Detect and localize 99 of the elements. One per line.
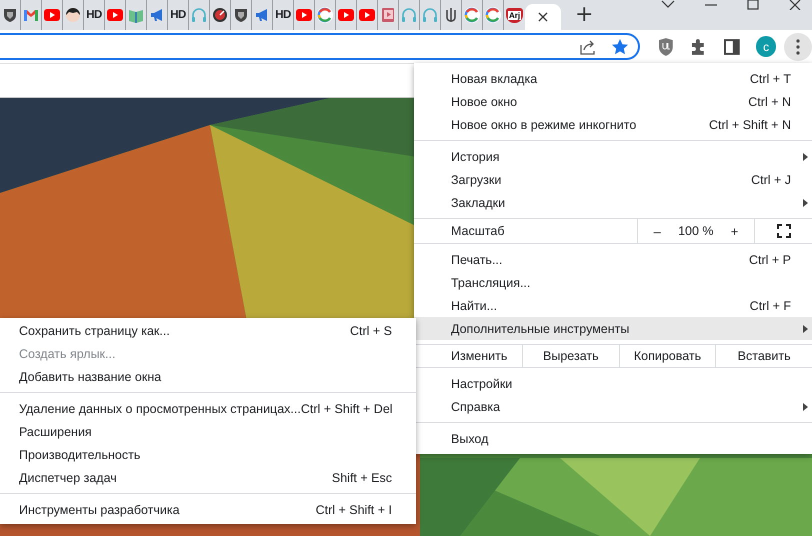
menu-item-label: Сохранить страницу как... xyxy=(19,324,171,338)
browser-tab[interactable]: HD xyxy=(273,0,294,30)
multicolor-ring-icon xyxy=(317,7,333,23)
play-icon xyxy=(44,7,60,23)
play-icon xyxy=(338,7,354,23)
menu-item[interactable]: Новое окно в режиме инкогнито Ctrl + Shift + N xyxy=(414,113,812,136)
menu-item-label: Настройки xyxy=(451,376,514,390)
star-icon[interactable] xyxy=(611,38,630,56)
menu-item[interactable]: Справка xyxy=(414,395,812,418)
close-tab-button[interactable]: × xyxy=(536,9,550,25)
shield-icon xyxy=(2,7,18,23)
shortcut-text: Ctrl + S xyxy=(350,324,392,338)
menu-item-label: История xyxy=(451,150,500,164)
menu-item-label: Удаление данных о просмотренных страницах... xyxy=(19,402,301,416)
open-book-icon xyxy=(128,7,144,23)
browser-tab[interactable]: HD xyxy=(84,0,105,30)
menu-item-label: Дополнительные инструменты xyxy=(451,322,630,336)
play-icon xyxy=(359,7,375,23)
cartoon-head-icon xyxy=(65,7,81,23)
shortcut-text: Ctrl + Shift + Del xyxy=(300,402,393,416)
multicolor-ring-icon xyxy=(485,7,501,23)
menu-item-label: Трансляция... xyxy=(451,276,532,290)
browser-tab[interactable] xyxy=(63,0,84,30)
menu-item-label: Новая вкладка xyxy=(451,72,538,86)
multicolor-ring-icon xyxy=(464,7,480,23)
menu-item[interactable]: Трансляция... xyxy=(414,271,812,294)
menu-item-label: Изменить xyxy=(450,348,508,365)
share-icon[interactable] xyxy=(579,38,598,54)
headphones-icon xyxy=(191,7,207,23)
headphones-icon xyxy=(401,7,417,23)
shortcut-text: Ctrl + N xyxy=(748,94,791,108)
menu-item[interactable]: Производительность xyxy=(0,443,416,466)
menu-button[interactable] xyxy=(784,32,812,60)
menu-item[interactable]: Сохранить страницу как... Ctrl + S xyxy=(0,319,416,342)
menu-item-label: Производительность xyxy=(19,448,142,462)
menu-item-label: Печать... xyxy=(451,252,504,266)
menu-item-label: Справка xyxy=(451,400,502,414)
shortcut-text: Ctrl + J xyxy=(751,172,791,186)
shortcut-text: Shift + Esc xyxy=(332,470,392,484)
menu-item[interactable]: Печать... Ctrl + P xyxy=(414,248,812,271)
envelope-icon xyxy=(23,7,39,23)
megaphone-icon xyxy=(149,7,165,23)
menu-item[interactable]: Найти... Ctrl + F xyxy=(414,294,812,317)
menu-item[interactable]: Новая вкладка Ctrl + T xyxy=(414,67,812,90)
browser-tab[interactable]: HD xyxy=(168,0,189,30)
menu-item-label: Новое окно xyxy=(451,94,518,108)
zoom-value: 100 % xyxy=(678,224,714,238)
menu-item-label: Создать ярлык... xyxy=(19,346,116,360)
menu-icon xyxy=(796,38,800,54)
logo-text: Arj xyxy=(508,10,522,20)
shortcut-text: Ctrl + T xyxy=(750,72,791,86)
menu-item[interactable]: Удаление данных о просмотренных страницах...Ctrl + Shift + Del xyxy=(0,397,416,420)
menu-item[interactable]: Дополнительные инструменты xyxy=(414,317,812,340)
address-bar[interactable] xyxy=(0,33,640,60)
menu-item[interactable]: Настройки xyxy=(414,372,812,395)
menu-item[interactable]: Загрузки Ctrl + J xyxy=(414,168,812,191)
trident-icon xyxy=(443,7,459,23)
menu-item-label: Расширения xyxy=(19,424,93,438)
menu-item-label: Новое окно в режиме инкогнито xyxy=(451,118,638,132)
menu-item[interactable]: Новое окно Ctrl + N xyxy=(414,90,812,113)
menu-item-label: Найти... xyxy=(451,298,498,312)
menu-item[interactable]: Выход xyxy=(414,427,812,450)
shield-icon xyxy=(233,7,249,23)
zoom-out-button[interactable]: – xyxy=(648,224,667,238)
fullscreen-icon xyxy=(777,224,791,238)
play-icon xyxy=(107,7,123,23)
menu-item-label: Инструменты разработчика xyxy=(19,502,181,516)
menu-item[interactable]: Закладки xyxy=(414,191,812,214)
shortcut-text: Ctrl + Shift + I xyxy=(316,502,392,516)
gauge-icon xyxy=(212,7,228,23)
active-tab[interactable]: × xyxy=(525,4,561,30)
new-tab-button[interactable]: + xyxy=(571,4,598,26)
shortcut-text: Ctrl + Shift + N xyxy=(709,118,791,132)
shortcut-text: Ctrl + F xyxy=(750,298,791,312)
menu-item[interactable]: История xyxy=(414,145,812,168)
menu-item-label: Диспетчер задач xyxy=(19,470,118,484)
tab-favicon-text: HD xyxy=(275,9,291,21)
play-book-icon xyxy=(380,7,396,23)
zoom-in-button[interactable]: + xyxy=(724,224,744,238)
menu-item[interactable]: Диспетчер задач Shift + Esc xyxy=(0,466,416,489)
chevron-down-icon[interactable] xyxy=(661,0,675,10)
menu-item[interactable]: Добавить название окна xyxy=(0,365,416,388)
menu-item-label: Загрузки xyxy=(451,172,502,186)
tab-favicon-text: HD xyxy=(86,9,102,21)
menu-item-label: Закладки xyxy=(451,196,506,210)
menu-item[interactable]: Инструменты разработчика Ctrl + Shift + I xyxy=(0,498,416,521)
menu-item-label: Добавить название окна xyxy=(19,370,162,384)
menu-item[interactable]: Расширения xyxy=(0,420,416,443)
megaphone-icon xyxy=(254,7,270,23)
close-icon[interactable] xyxy=(789,0,801,10)
shortcut-text: Ctrl + P xyxy=(748,252,791,266)
browser-tab[interactable] xyxy=(210,0,231,30)
play-icon xyxy=(296,7,312,23)
side-panel-icon[interactable] xyxy=(724,38,740,54)
maximize-icon[interactable] xyxy=(747,0,759,10)
menu-item-label: Выход xyxy=(451,432,490,446)
shield-icon[interactable] xyxy=(658,38,674,56)
headphones-icon xyxy=(422,7,438,23)
tab-favicon-text: HD xyxy=(170,9,186,21)
